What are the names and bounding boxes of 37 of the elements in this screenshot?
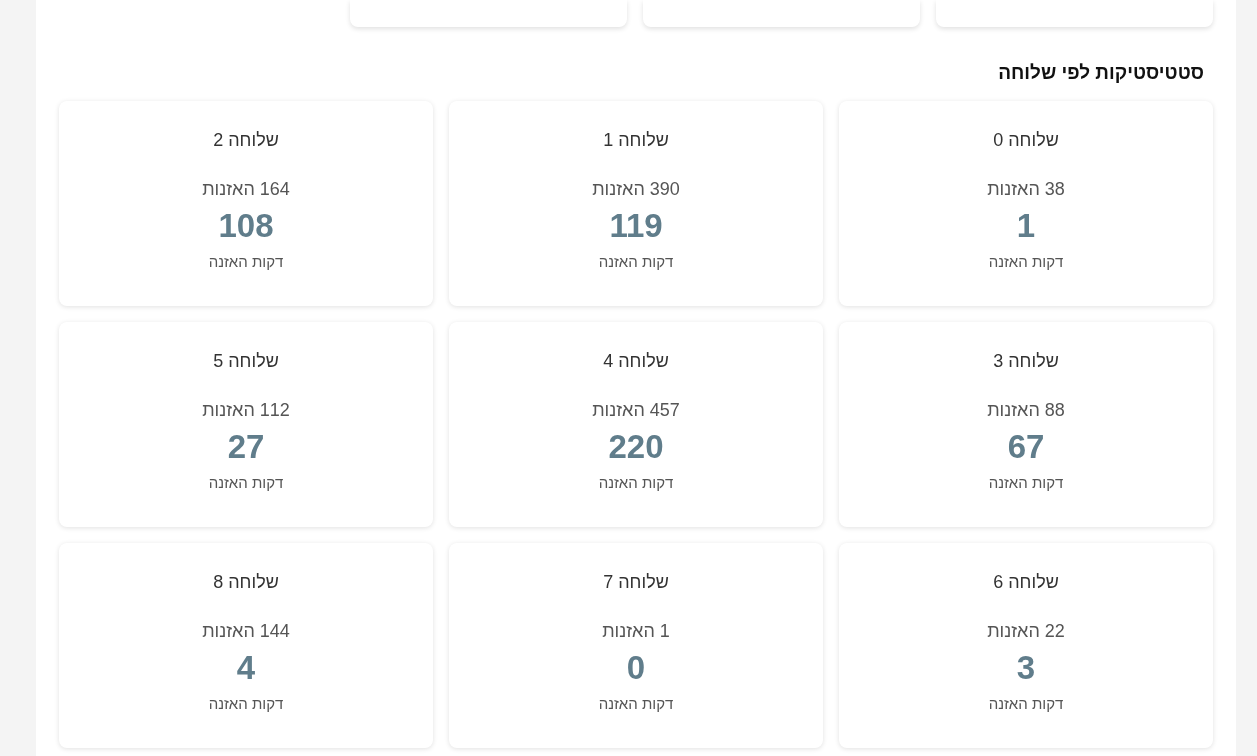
minutes-value: 119: [609, 206, 663, 246]
minutes-label: דקות האזנה: [208, 473, 284, 493]
extension-name: שלוחה 4: [603, 350, 669, 372]
extension-name: שלוחה 6: [993, 571, 1059, 593]
minutes-value: 108: [218, 206, 274, 246]
listens-count: 1 האזנות: [602, 620, 670, 642]
minutes-label: דקות האזנה: [208, 694, 284, 714]
extension-name: שלוחה 8: [213, 571, 279, 593]
minutes-label: דקות האזנה: [598, 694, 674, 714]
minutes-label: דקות האזנה: [598, 473, 674, 493]
extension-name: שלוחה 0: [993, 129, 1059, 151]
minutes-value: 27: [227, 427, 265, 467]
extension-name: שלוחה 2: [213, 129, 279, 151]
listens-count: 112 האזנות: [202, 399, 290, 421]
listens-count: 164 האזנות: [202, 178, 290, 200]
minutes-value: 1: [1016, 206, 1036, 246]
minutes-value: 4: [236, 648, 256, 688]
listens-count: 390 האזנות: [592, 178, 680, 200]
extension-name: שלוחה 3: [993, 350, 1059, 372]
listens-count: 22 האזנות: [987, 620, 1065, 642]
extension-name: שלוחה 5: [213, 350, 279, 372]
minutes-value: 0: [626, 648, 646, 688]
minutes-label: דקות האזנה: [988, 252, 1064, 272]
minutes-value: 220: [608, 427, 664, 467]
listens-count: 88 האזנות: [987, 399, 1065, 421]
minutes-label: דקות האזנה: [988, 473, 1064, 493]
listens-count: 457 האזנות: [592, 399, 680, 421]
minutes-label: דקות האזנה: [988, 694, 1064, 714]
section-title: סטטיסטיקות לפי שלוחה: [997, 61, 1204, 85]
minutes-label: דקות האזנה: [208, 252, 284, 272]
listens-count: 38 האזנות: [987, 178, 1065, 200]
minutes-value: 3: [1016, 648, 1036, 688]
minutes-label: דקות האזנה: [598, 252, 674, 272]
listens-count: 144 האזנות: [202, 620, 290, 642]
extension-name: שלוחה 1: [603, 129, 669, 151]
extension-name: שלוחה 7: [603, 571, 669, 593]
minutes-value: 67: [1007, 427, 1045, 467]
